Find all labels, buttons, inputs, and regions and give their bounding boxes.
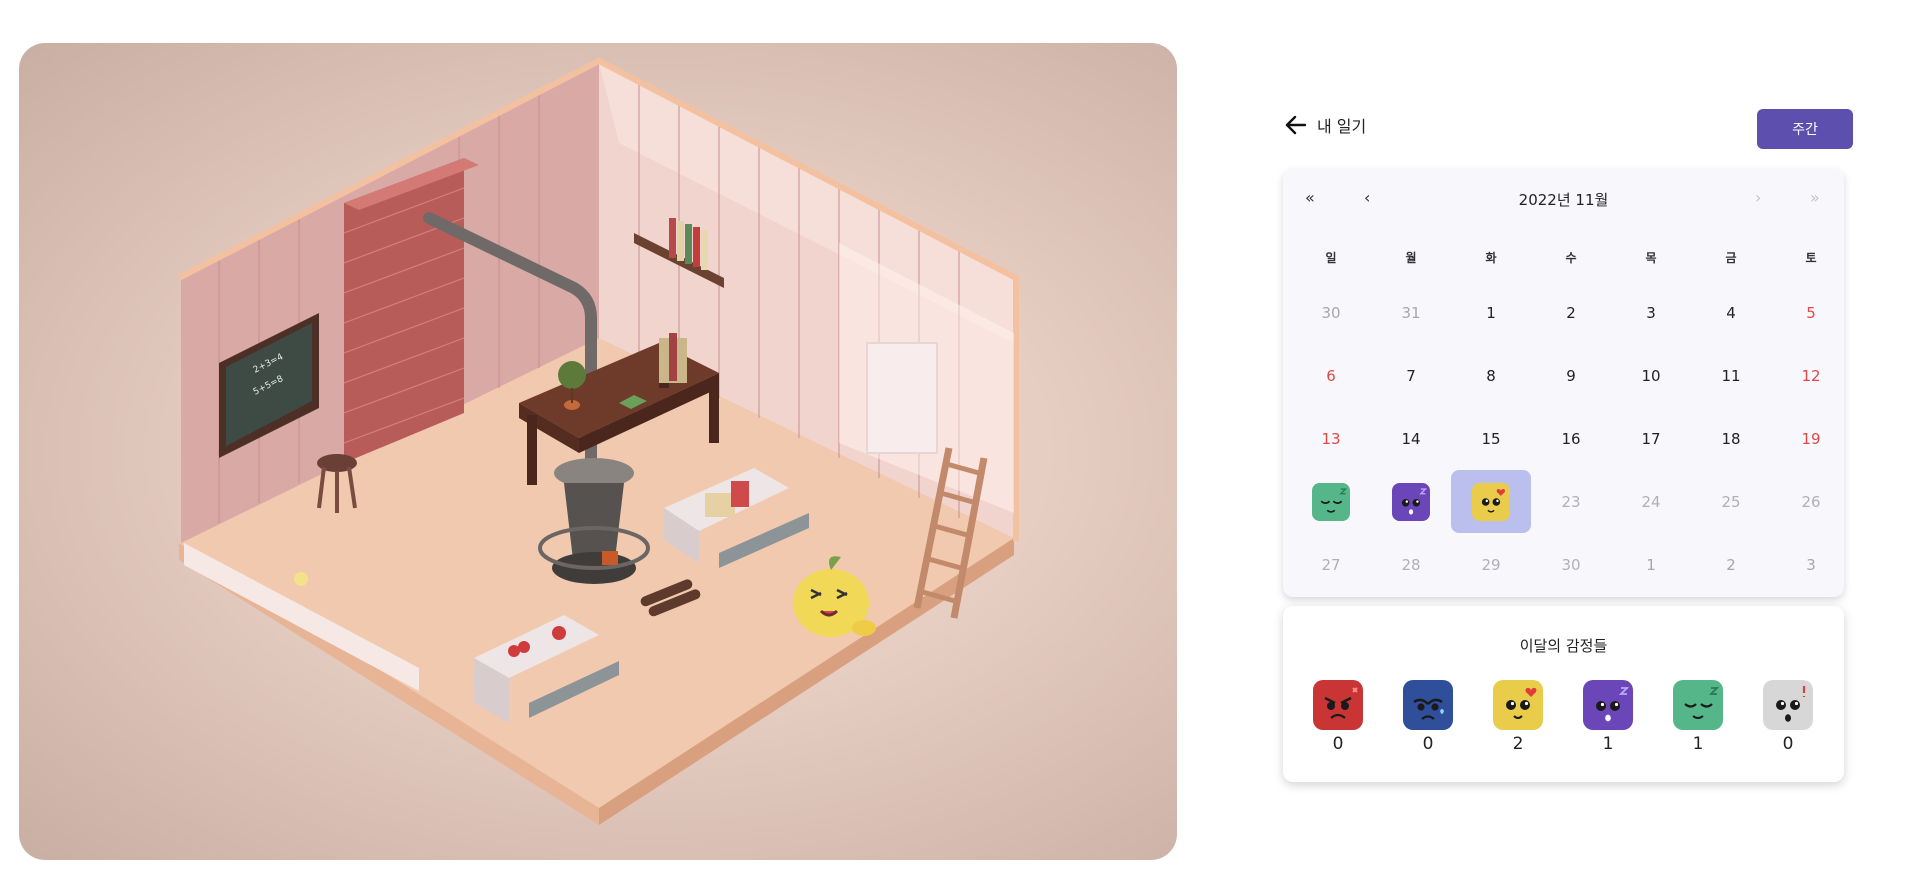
calendar-day[interactable]: 23 — [1531, 470, 1611, 533]
weekly-view-button[interactable]: 주간 — [1757, 109, 1853, 149]
emotion-stat-sad: 0 — [1403, 680, 1453, 754]
next-year-button[interactable]: » — [1810, 188, 1820, 207]
calendar-day[interactable]: 2 — [1531, 281, 1611, 344]
calendar-day[interactable]: 11 — [1691, 344, 1771, 407]
calendar-day[interactable]: 28 — [1371, 533, 1451, 596]
calendar-day[interactable]: 3 — [1611, 281, 1691, 344]
weekday-mon: 월 — [1405, 251, 1417, 265]
weekday-wed: 수 — [1565, 251, 1577, 265]
next-month-button[interactable]: › — [1755, 188, 1761, 207]
emotion-stat-angry: 0 — [1313, 680, 1363, 754]
emotion-summary-row: 0 0 2 1 1 0 — [1313, 680, 1813, 754]
calendar-day[interactable]: 17 — [1611, 407, 1691, 470]
back-button[interactable]: 내 일기 — [1283, 112, 1366, 138]
calendar-day[interactable]: 13 — [1291, 407, 1371, 470]
emotion-count: 1 — [1602, 734, 1614, 754]
calendar-day-calm-entry[interactable] — [1291, 470, 1371, 533]
calendar-navigation: « ‹ 2022년 11월 › » — [1283, 169, 1844, 229]
calendar-day[interactable]: 29 — [1451, 533, 1531, 596]
surprised-face-icon — [1763, 680, 1813, 730]
calendar-week: 27 28 29 30 1 2 3 — [1291, 533, 1836, 596]
calendar-week: 13 14 15 16 17 18 19 — [1291, 407, 1836, 470]
angry-face-icon — [1313, 680, 1363, 730]
emotion-count: 1 — [1692, 734, 1704, 754]
emotion-count: 2 — [1512, 734, 1524, 754]
calendar-day[interactable]: 30 — [1531, 533, 1611, 596]
calendar-day[interactable]: 3 — [1771, 533, 1851, 596]
calendar-day[interactable]: 24 — [1611, 470, 1691, 533]
calendar-day[interactable]: 9 — [1531, 344, 1611, 407]
weekday-fri: 금 — [1725, 251, 1737, 265]
calendar-day[interactable]: 31 — [1371, 281, 1451, 344]
emotion-count: 0 — [1422, 734, 1434, 754]
calendar-day[interactable]: 19 — [1771, 407, 1851, 470]
small-toy — [294, 572, 308, 586]
calendar-day[interactable]: 7 — [1371, 344, 1451, 407]
calendar-day[interactable]: 18 — [1691, 407, 1771, 470]
calendar-day-love-entry[interactable] — [1451, 470, 1531, 533]
calendar-day[interactable]: 27 — [1291, 533, 1371, 596]
calendar-day[interactable]: 5 — [1771, 281, 1851, 344]
back-label: 내 일기 — [1317, 117, 1367, 136]
calendar-day[interactable]: 1 — [1611, 533, 1691, 596]
calendar-week: 30 31 1 2 3 4 5 — [1291, 281, 1836, 344]
weekday-sun: 일 — [1325, 251, 1337, 265]
arrow-left-icon — [1285, 115, 1307, 135]
weekday-header: 일 월 화 수 목 금 토 — [1291, 249, 1836, 279]
calendar-day[interactable]: 26 — [1771, 470, 1851, 533]
emotion-count: 0 — [1332, 734, 1344, 754]
calendar-day-sleepy-entry[interactable] — [1371, 470, 1451, 533]
calendar-day[interactable]: 12 — [1771, 344, 1851, 407]
emotion-count: 0 — [1782, 734, 1794, 754]
emotion-stat-sleepy: 1 — [1583, 680, 1633, 754]
monthly-emotions-title: 이달의 감정들 — [1519, 637, 1608, 655]
calm-face-icon — [1673, 680, 1723, 730]
weekday-tue: 화 — [1485, 251, 1497, 265]
calendar-day[interactable]: 4 — [1691, 281, 1771, 344]
room-illustration: 2+3=4 5+5=8 — [19, 43, 1177, 860]
emotion-stat-surprised: 0 — [1763, 680, 1813, 754]
sleepy-face-icon — [1583, 680, 1633, 730]
calendar-day[interactable]: 1 — [1451, 281, 1531, 344]
sleepy-face-icon — [1392, 482, 1430, 521]
calendar-week: 6 7 8 9 10 11 12 — [1291, 344, 1836, 407]
sad-face-icon — [1403, 680, 1453, 730]
calendar-day[interactable]: 8 — [1451, 344, 1531, 407]
love-face-icon — [1472, 482, 1510, 521]
calendar-day[interactable]: 30 — [1291, 281, 1371, 344]
love-face-icon — [1493, 680, 1543, 730]
weekday-thu: 목 — [1645, 251, 1657, 265]
calendar-day[interactable]: 14 — [1371, 407, 1451, 470]
monthly-emotions-card: 이달의 감정들 0 0 2 1 1 0 — [1283, 606, 1844, 782]
isometric-room-image: 2+3=4 5+5=8 — [177, 57, 1019, 825]
calm-face-icon — [1312, 482, 1350, 521]
calendar-day[interactable]: 10 — [1611, 344, 1691, 407]
weekday-sat: 토 — [1805, 251, 1817, 265]
window — [866, 342, 938, 454]
calendar-week: 23 24 25 26 — [1291, 470, 1836, 533]
diary-panel: 내 일기 주간 « ‹ 2022년 11월 › » 일 월 화 수 목 금 토 … — [1283, 106, 1853, 782]
emotion-stat-calm: 1 — [1673, 680, 1723, 754]
top-bar: 내 일기 주간 — [1283, 106, 1853, 150]
calendar-days: 30 31 1 2 3 4 5 6 7 8 9 10 11 12 13 14 15 16 17 18 19 23 24 25… — [1291, 281, 1836, 596]
calendar-day[interactable]: 25 — [1691, 470, 1771, 533]
emotion-stat-love: 2 — [1493, 680, 1543, 754]
calendar-day[interactable]: 15 — [1451, 407, 1531, 470]
calendar: « ‹ 2022년 11월 › » 일 월 화 수 목 금 토 30 31 1 2 3 4… — [1283, 169, 1844, 597]
calendar-day[interactable]: 2 — [1691, 533, 1771, 596]
calendar-day[interactable]: 16 — [1531, 407, 1611, 470]
calendar-day[interactable]: 6 — [1291, 344, 1371, 407]
